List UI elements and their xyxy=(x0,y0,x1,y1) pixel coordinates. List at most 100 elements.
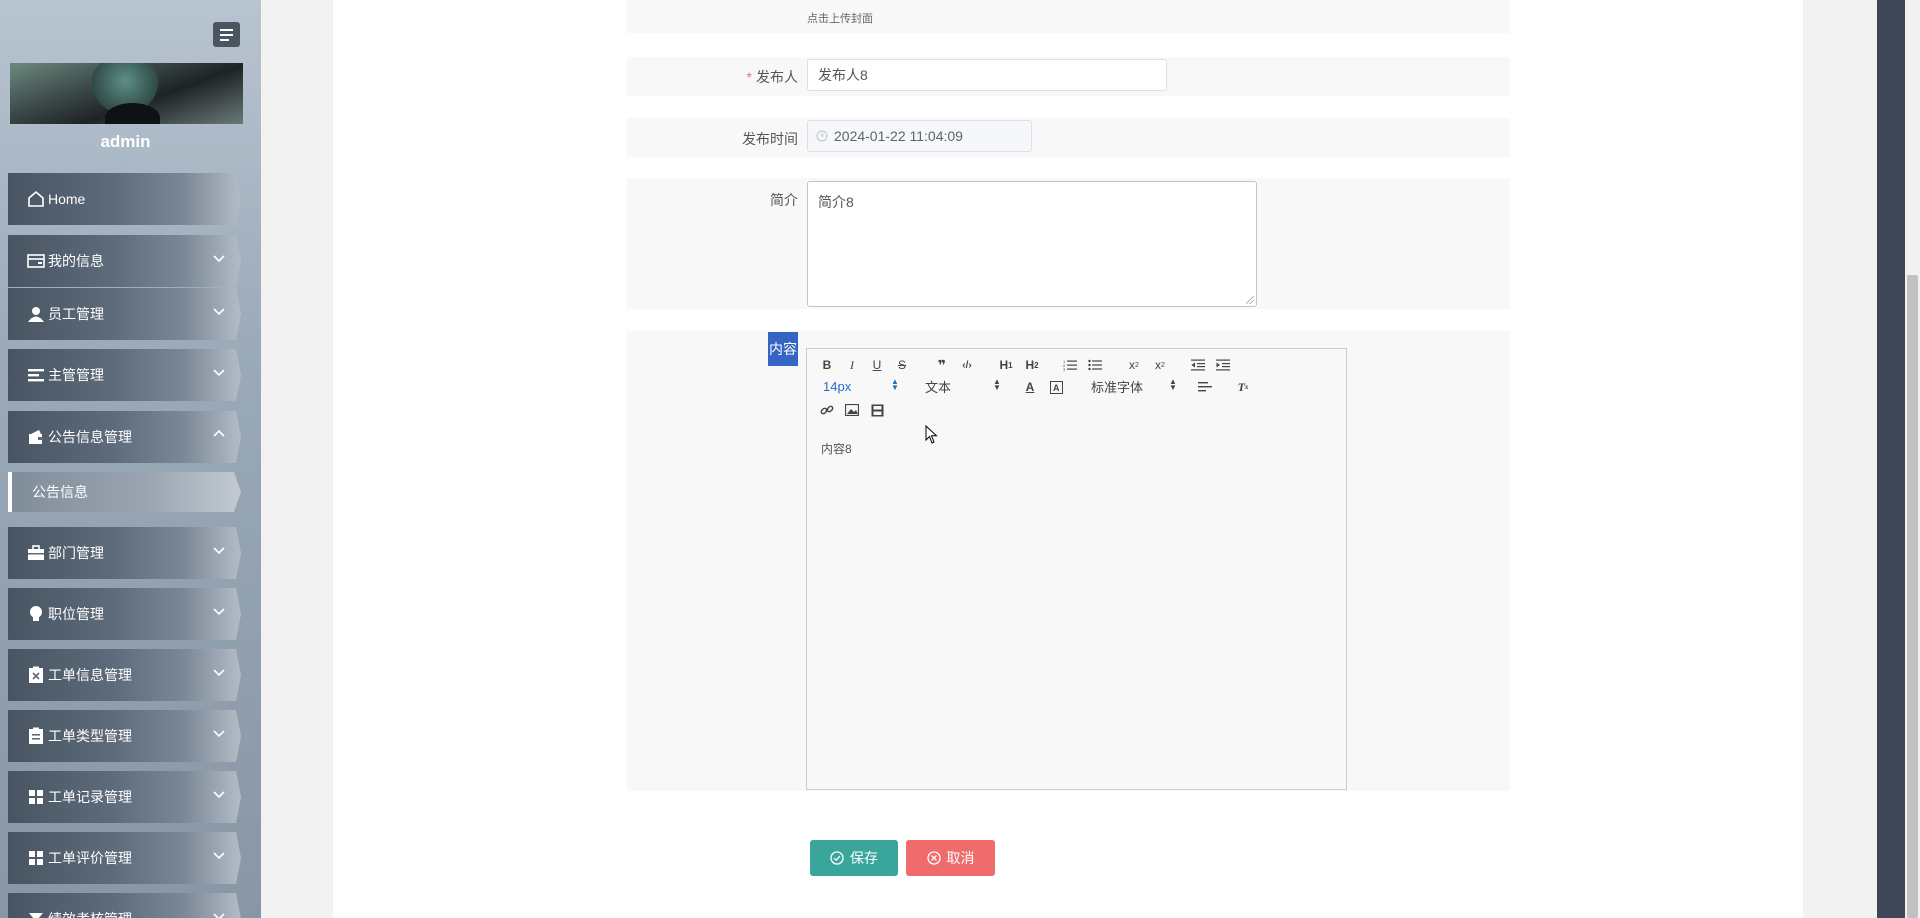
collapse-sidebar-button[interactable] xyxy=(213,22,240,47)
sidebar-item-label: 主管管理 xyxy=(48,367,104,383)
align-icon[interactable] xyxy=(1196,379,1214,395)
background-color-icon[interactable]: A xyxy=(1047,379,1065,395)
hamburger-line xyxy=(220,33,233,36)
editor-content-area[interactable]: 内容8 xyxy=(806,430,1347,790)
select-arrows-icon: ▲ ▼ xyxy=(891,377,899,392)
font-size-value: 14px xyxy=(823,378,852,394)
cover-upload-hint[interactable]: 点击上传封面 xyxy=(807,10,873,26)
required-mark: * xyxy=(746,69,752,85)
bold-icon[interactable]: B xyxy=(818,357,836,373)
code-icon[interactable]: ‹/› xyxy=(958,357,976,373)
heading-select[interactable]: 文本 ▲ ▼ xyxy=(925,377,1001,395)
link-icon[interactable] xyxy=(818,402,836,418)
sidebar-item-employee[interactable]: 员工管理 xyxy=(8,288,241,340)
resize-handle[interactable] xyxy=(1246,296,1254,304)
image-icon[interactable] xyxy=(843,402,861,418)
wallet-icon xyxy=(26,251,46,271)
video-icon[interactable] xyxy=(868,402,886,418)
scrollbar-thumb[interactable] xyxy=(1907,275,1918,918)
quote-icon[interactable]: ❞ xyxy=(933,357,951,373)
sidebar-item-ticket-review[interactable]: 工单评价管理 xyxy=(8,832,241,884)
sidebar-item-label: 工单记录管理 xyxy=(48,789,132,805)
editor-content-text: 内容8 xyxy=(821,442,852,456)
lightbulb-icon xyxy=(26,604,46,624)
summary-textarea[interactable]: 简介8 xyxy=(807,181,1257,307)
sidebar-item-label: 工单类型管理 xyxy=(48,728,132,744)
sidebar-item-notice[interactable]: 公告信息管理 xyxy=(8,411,241,463)
svg-text:A: A xyxy=(1053,383,1060,393)
clear-format-icon[interactable]: Tx xyxy=(1234,379,1252,395)
right-gutter xyxy=(1803,0,1877,918)
subscript-icon[interactable]: x2 xyxy=(1125,357,1143,373)
cancel-button-label: 取消 xyxy=(946,850,975,866)
publisher-input-value: 发布人8 xyxy=(818,67,868,83)
sidebar-item-home[interactable]: Home xyxy=(8,173,241,225)
select-arrows-icon: ▲ ▼ xyxy=(993,377,1001,392)
ordered-list-icon[interactable]: 123 xyxy=(1061,357,1079,373)
wallet-icon xyxy=(26,427,46,447)
superscript-icon[interactable]: x2 xyxy=(1151,357,1169,373)
editor-toolbar: B I U S ❞ ‹/› H1 H2 123 x2 x2 14px ▲ ▼ 文本… xyxy=(806,348,1347,431)
sidebar-item-position[interactable]: 职位管理 xyxy=(8,588,241,640)
underline-icon[interactable]: U xyxy=(868,357,886,373)
chevron-down-icon xyxy=(213,547,225,555)
briefcase-icon xyxy=(26,543,46,563)
summary-label: 简介 xyxy=(770,192,798,208)
bullet-list-icon[interactable] xyxy=(1086,357,1104,373)
hamburger-line xyxy=(220,38,229,41)
grid-icon xyxy=(26,848,46,868)
chevron-down-icon xyxy=(213,308,225,316)
publish-time-input[interactable]: 2024-01-22 11:04:09 xyxy=(807,120,1032,152)
chevron-down-icon xyxy=(213,791,225,799)
right-panel-edge xyxy=(1877,0,1905,918)
font-family-value: 标准字体 xyxy=(1091,379,1144,395)
sidebar-item-performance[interactable]: 绩效考核管理 xyxy=(8,893,241,918)
mouse-cursor-icon xyxy=(925,425,938,444)
publish-time-label: 发布时间 xyxy=(742,131,798,147)
cancel-button[interactable]: 取消 xyxy=(906,840,995,876)
sidebar-item-label: 工单评价管理 xyxy=(48,850,132,866)
sidebar-item-department[interactable]: 部门管理 xyxy=(8,527,241,579)
italic-icon[interactable]: I xyxy=(843,357,861,373)
publisher-input[interactable]: 发布人8 xyxy=(807,59,1167,91)
filter-icon xyxy=(26,909,46,918)
publisher-label: * 发布人 xyxy=(700,67,798,87)
sidebar-subitem-notice-info[interactable]: 公告信息 xyxy=(8,472,241,512)
chevron-down-icon xyxy=(213,255,225,263)
home-icon xyxy=(26,189,46,209)
sidebar-subitem-label: 公告信息 xyxy=(32,484,88,500)
sidebar-item-ticket-info[interactable]: 工单信息管理 xyxy=(8,649,241,701)
sidebar-item-label: 工单信息管理 xyxy=(48,667,132,683)
strike-icon[interactable]: S xyxy=(893,357,911,373)
save-button[interactable]: 保存 xyxy=(810,840,898,876)
sidebar-item-ticket-record[interactable]: 工单记录管理 xyxy=(8,771,241,823)
indent-icon[interactable] xyxy=(1214,357,1232,373)
sidebar-item-label: 员工管理 xyxy=(48,306,104,322)
h2-icon[interactable]: H2 xyxy=(1023,357,1041,373)
clipboard-icon xyxy=(26,726,46,746)
sidebar-item-label: 部门管理 xyxy=(48,545,104,561)
sidebar-item-my-info[interactable]: 我的信息 xyxy=(8,235,241,287)
list-icon xyxy=(26,365,46,385)
font-size-select[interactable]: 14px ▲ ▼ xyxy=(823,378,899,394)
outdent-icon[interactable] xyxy=(1189,357,1207,373)
chevron-down-icon xyxy=(213,852,225,860)
sidebar-item-ticket-type[interactable]: 工单类型管理 xyxy=(8,710,241,762)
chevron-down-icon xyxy=(213,369,225,377)
user-icon xyxy=(26,304,46,324)
heading-select-value: 文本 xyxy=(925,379,952,395)
select-arrows-icon: ▲ ▼ xyxy=(1169,377,1177,392)
sidebar: admin Home 我的信息 员工管理 主管管理 公告信息管理 公告信息 部门… xyxy=(0,0,261,918)
sidebar-item-supervisor[interactable]: 主管管理 xyxy=(8,349,241,401)
avatar[interactable] xyxy=(10,63,243,124)
font-color-icon[interactable]: A xyxy=(1021,379,1039,395)
grid-icon xyxy=(26,787,46,807)
h1-icon[interactable]: H1 xyxy=(997,357,1015,373)
publisher-label-text: 发布人 xyxy=(756,69,798,85)
sidebar-item-label: 绩效考核管理 xyxy=(48,909,132,918)
sidebar-item-label: 职位管理 xyxy=(48,606,104,622)
font-family-select[interactable]: 标准字体 ▲ ▼ xyxy=(1091,377,1177,395)
publish-time-value: 2024-01-22 11:04:09 xyxy=(834,128,963,144)
clipboard-x-icon xyxy=(26,665,46,685)
close-circle-icon xyxy=(926,851,941,865)
